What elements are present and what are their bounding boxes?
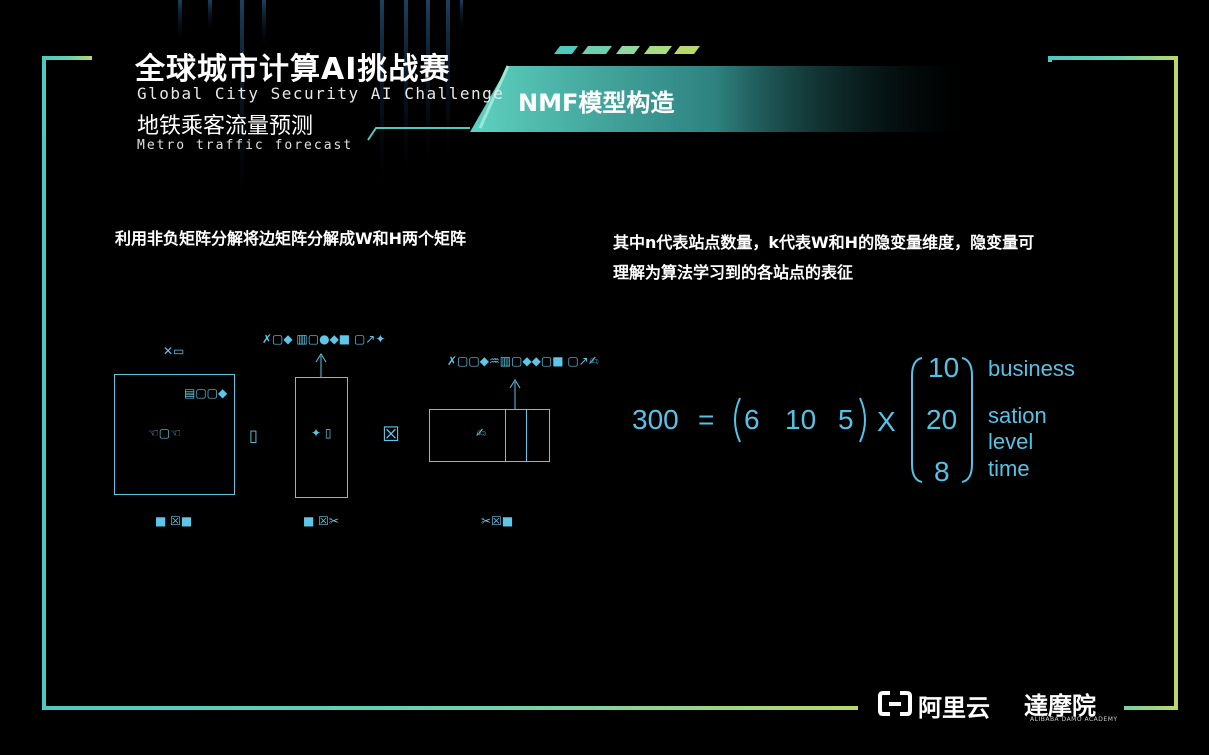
col-vector-item-2: 20 <box>926 404 958 435</box>
v-top-label: ✕▭ <box>163 344 185 358</box>
row-vector-item-2: 10 <box>785 404 817 435</box>
challenge-subtitle-en: Metro traffic forecast <box>137 138 354 153</box>
eq-times: X <box>877 406 896 437</box>
slide-title: NMF模型构造 <box>518 89 675 117</box>
left-paren-close <box>859 397 866 443</box>
h-matrix-box <box>429 409 550 462</box>
col-vector-item-1: 10 <box>928 352 960 383</box>
label-business: business <box>988 356 1075 381</box>
left-paren-open <box>734 397 741 443</box>
aliyun-logo-icon <box>878 691 912 716</box>
v-center-label: ☜▢☜ <box>148 426 181 440</box>
h-center-label: ✍ <box>476 426 487 440</box>
left-description: 利用非负矩阵分解将边矩阵分解成W和H两个矩阵 <box>115 229 467 248</box>
right-description-line1: 其中n代表站点数量，k代表W和H的隐变量维度，隐变量可 <box>613 233 1035 252</box>
v-topright-label: ▤▢▢◆ <box>184 386 228 400</box>
h-column-divider-1 <box>505 409 506 462</box>
col-paren-close <box>961 357 973 483</box>
damo-en-text: ALIBABA DAMO ACADEMY <box>1030 716 1118 723</box>
challenge-title-cn: 全球城市计算AI挑战赛 <box>135 52 451 87</box>
eq-equals: = <box>698 404 715 435</box>
times-symbol: ☒ <box>382 422 400 446</box>
col-vector-item-3: 8 <box>934 456 950 487</box>
approx-symbol: ▯ <box>249 426 258 445</box>
w-arrow <box>315 353 327 378</box>
label-time: time <box>988 456 1030 481</box>
w-top-label: ✗▢◆ ▥▢●◆■ ▢↗✦ <box>262 332 386 346</box>
right-description-line2: 理解为算法学习到的各站点的表征 <box>613 263 854 282</box>
h-bottom-label: ✂☒■ <box>481 514 514 528</box>
h-arrow <box>509 379 521 410</box>
v-bottom-label: ■ ☒■ <box>155 514 193 528</box>
right-description: 其中n代表站点数量，k代表W和H的隐变量维度，隐变量可 理解为算法学习到的各站点… <box>613 228 1133 288</box>
eq-lhs: 300 <box>632 404 679 435</box>
challenge-subtitle-cn: 地铁乘客流量预测 <box>137 114 314 139</box>
stripe-decor <box>554 46 700 54</box>
h-column-divider-2 <box>526 409 527 462</box>
h-top-label: ✗▢▢◆♒▥▢◆◆▢■ ▢↗✍ <box>447 354 599 368</box>
row-vector-item-3: 5 <box>838 404 854 435</box>
w-bottom-label: ■ ☒✂ <box>303 514 339 528</box>
label-station-level: sation level <box>988 403 1047 454</box>
aliyun-text: 阿里云 <box>918 694 990 722</box>
col-paren-open <box>911 357 923 483</box>
row-vector-item-1: 6 <box>744 404 760 435</box>
challenge-title-en: Global City Security AI Challenge <box>137 84 505 103</box>
w-center-label: ✦ ▯ <box>311 426 332 440</box>
